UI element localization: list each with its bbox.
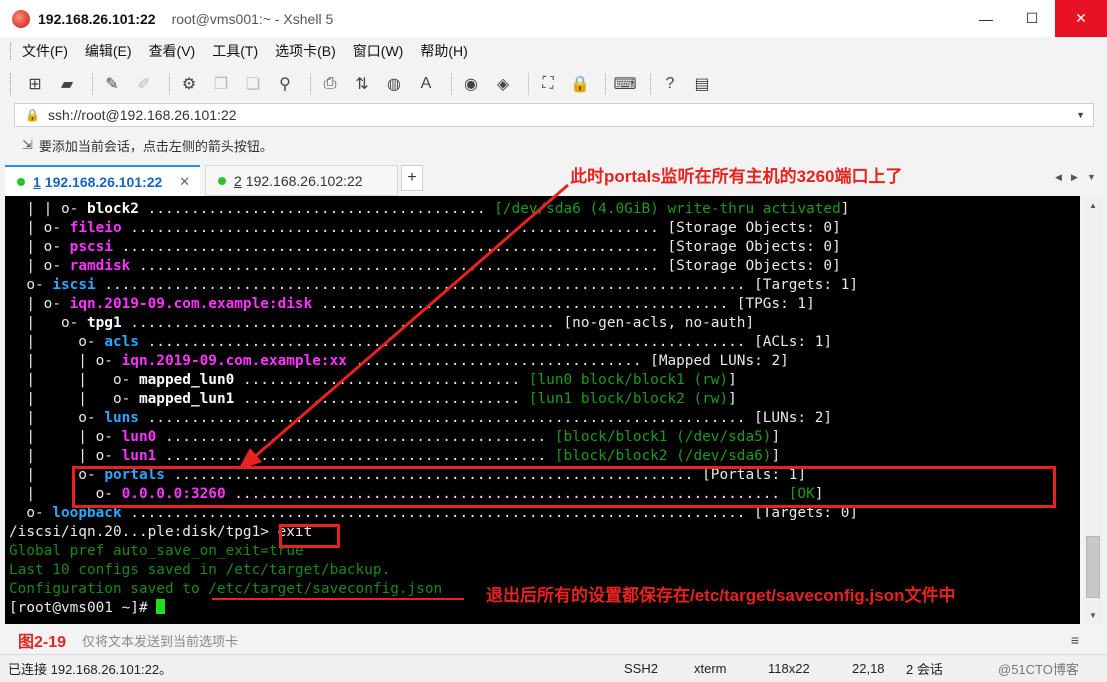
xshell-window: 192.168.26.101:22 root@vms001:~ - Xshell…: [0, 0, 1107, 682]
annotation-arrow: [238, 183, 569, 470]
figure-label: 图2-19: [18, 634, 67, 651]
annotation-top: 此时portals监听在所有主机的3260端口上了: [570, 167, 903, 186]
annotation-bottom: 退出后所有的设置都保存在/etc/target/saveconfig.json文…: [486, 586, 956, 605]
